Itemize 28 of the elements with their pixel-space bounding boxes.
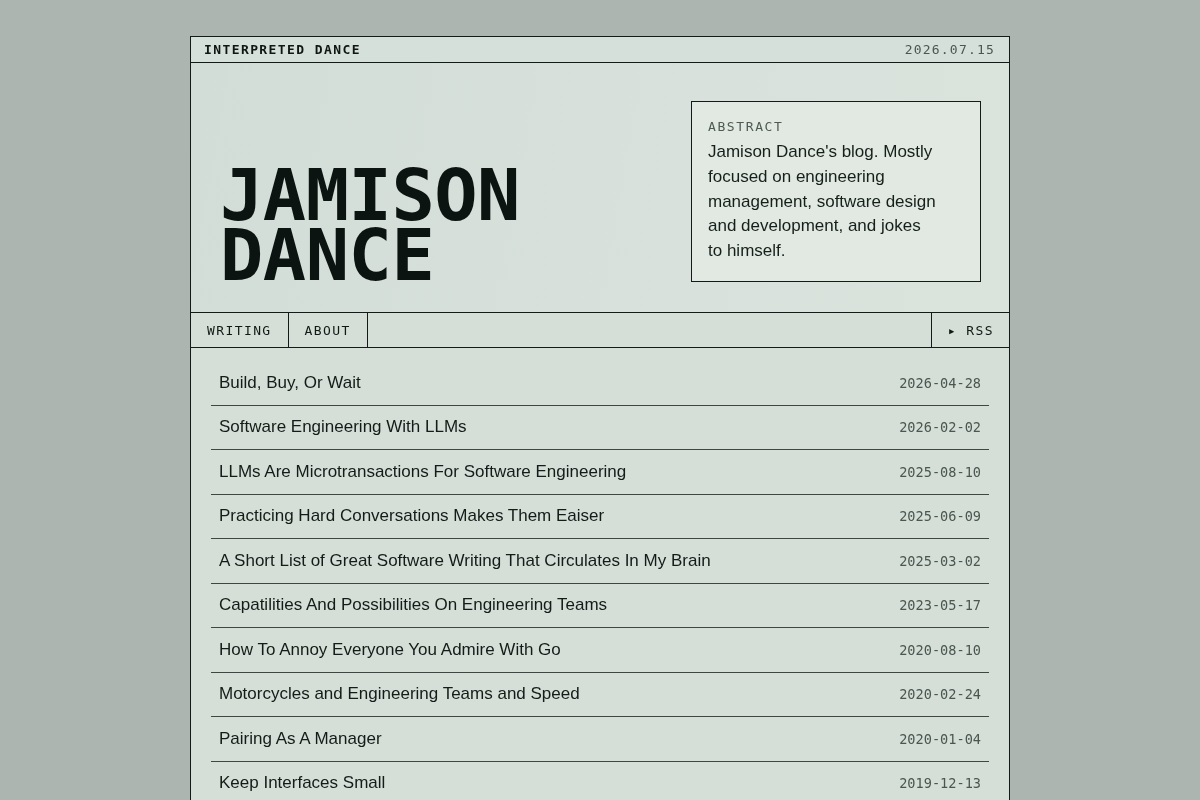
post-date: 2026-02-02 (899, 419, 981, 436)
post-title-link[interactable]: Build, Buy, Or Wait (219, 372, 361, 393)
abstract-text: Jamison Dance's blog. Mostly focused on engineering management, software design and development, and jokes to himself. (708, 141, 937, 263)
post-date: 2019-12-13 (899, 775, 981, 792)
post-date: 2025-03-02 (899, 552, 981, 569)
post-title-link[interactable]: Motorcycles and Engineering Teams and Speed (219, 684, 580, 705)
abstract-label: ABSTRACT (708, 119, 785, 134)
post-date: 2020-02-24 (899, 686, 981, 703)
post-date: 2020-08-10 (899, 641, 981, 658)
post-title-link[interactable]: Pairing As A Manager (219, 728, 382, 749)
site-name: INTERPRETED DANCE (204, 42, 361, 57)
post-date: 2025-08-10 (899, 463, 981, 480)
post-date: 2023-05-17 (899, 597, 981, 614)
nav-link[interactable]: ABOUT (288, 313, 368, 347)
post-title-link[interactable]: How To Annoy Everyone You Admire With Go (219, 639, 561, 660)
post-date: 2025-06-09 (899, 508, 981, 525)
post-date: 2020-01-04 (899, 730, 981, 747)
post-title-link[interactable]: A Short List of Great Software Writing That Circulates In My Brain (219, 550, 711, 571)
rss-link[interactable]: ▸ RSS (930, 313, 1009, 347)
post-title-link[interactable]: Capatilities And Possibilities On Engineering Teams (219, 595, 608, 616)
post-date: 2026-04-28 (899, 374, 981, 391)
post-title-link[interactable]: Keep Interfaces Small (219, 773, 386, 794)
nav-link[interactable]: WRITING (191, 313, 289, 347)
site-title: JAMISON DANCE (220, 165, 520, 285)
post-title-link[interactable]: Software Engineering With LLMs (219, 417, 467, 438)
post-title-link[interactable]: LLMs Are Microtransactions For Software Engineering (219, 461, 627, 482)
post-title-link[interactable]: Practicing Hard Conversations Makes Them Eaiser (219, 506, 605, 527)
issue-date: 2026.07.15 (904, 42, 995, 57)
